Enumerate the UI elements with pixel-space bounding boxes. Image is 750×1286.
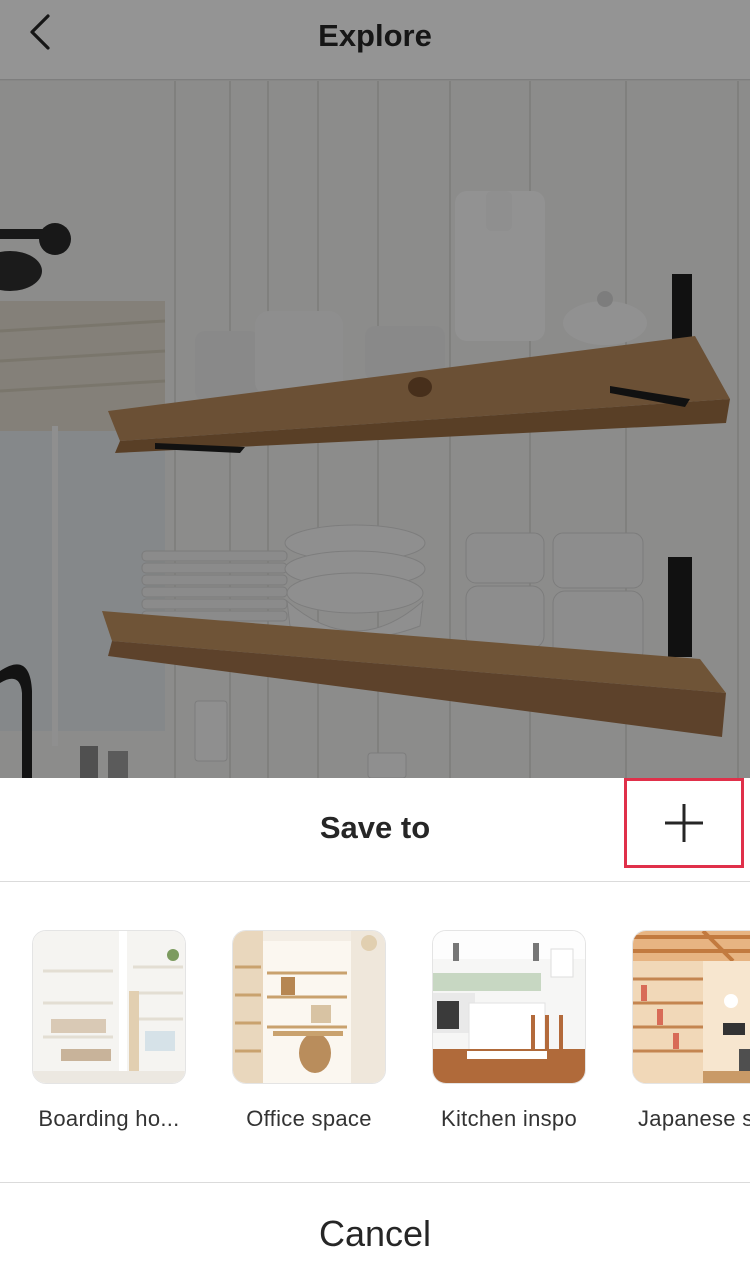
collection-label: Kitchen inspo [441,1106,577,1131]
sheet-footer: Cancel [0,1182,750,1286]
collection-item[interactable]: Boarding ho... [32,930,186,1131]
collections-carousel[interactable]: Boarding ho... Office space Kitchen insp… [0,882,750,1182]
collection-label: Boarding ho... [38,1106,180,1131]
collection-item[interactable]: Japanese s [632,930,750,1131]
post-image [0,81,750,778]
navigation-bar: Explore [0,0,750,80]
sheet-header: Save to [0,778,750,882]
collection-item[interactable]: Kitchen inspo [432,930,586,1131]
plus-icon [665,804,703,842]
background-screen: Explore [0,0,750,778]
collection-thumbnail[interactable] [32,930,186,1084]
collection-thumbnail[interactable] [632,930,750,1084]
collection-label: Office space [246,1106,372,1131]
cancel-button[interactable]: Cancel [0,1213,750,1255]
page-title: Explore [318,18,432,53]
new-collection-button[interactable] [624,778,744,868]
collection-thumbnail[interactable] [432,930,586,1084]
collection-thumbnail[interactable] [232,930,386,1084]
save-to-sheet: Save to Boarding ho... Office space Kitc… [0,778,750,1286]
collection-label: Japanese s [638,1106,750,1131]
collection-item[interactable]: Office space [232,930,386,1131]
